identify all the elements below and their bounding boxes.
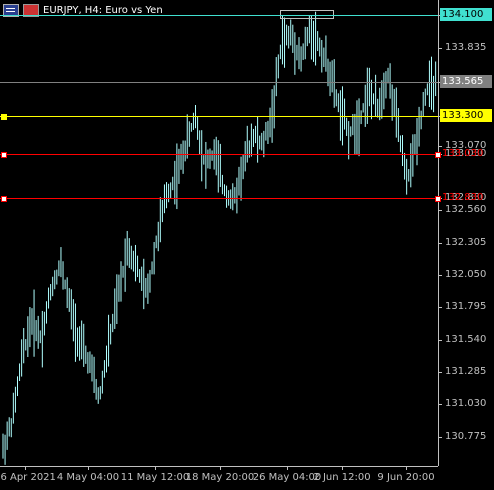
price-tick-mark xyxy=(439,243,442,244)
price-tick-mark xyxy=(439,210,442,211)
price-tick-label: 131.540 xyxy=(445,334,487,345)
level-yellow-price-tag[interactable]: 133.300 xyxy=(440,109,492,122)
price-tick-label: 131.285 xyxy=(445,366,487,377)
price-axis[interactable]: 134.100133.835133.565133.300133.070133.0… xyxy=(438,0,494,466)
chart-canvas[interactable] xyxy=(0,0,438,466)
time-tick-mark xyxy=(406,467,407,470)
price-tick-mark xyxy=(439,48,442,49)
time-tick-label: 26 Apr 2021 xyxy=(0,472,56,483)
time-tick-label: 26 May 04:00 xyxy=(252,472,322,483)
level-red-upper-handle-right[interactable] xyxy=(435,152,441,158)
time-tick-label: 11 May 12:00 xyxy=(120,472,190,483)
level-red-upper-handle[interactable] xyxy=(1,152,7,158)
level-top-price-tag[interactable]: 134.100 xyxy=(440,8,492,21)
time-tick-label: 18 May 20:00 xyxy=(185,472,255,483)
price-tick-mark xyxy=(439,307,442,308)
level-red-lower-line[interactable] xyxy=(0,198,438,199)
level-bid-line[interactable] xyxy=(0,82,438,83)
time-tick-label: 4 May 04:00 xyxy=(56,472,120,483)
price-tick-label: 131.795 xyxy=(445,301,487,312)
price-chart[interactable] xyxy=(0,0,438,466)
price-tick-label: 132.050 xyxy=(445,269,487,280)
time-tick-label: 2 Jun 12:00 xyxy=(313,472,371,483)
time-tick-mark xyxy=(25,467,26,470)
level-yellow-line[interactable] xyxy=(0,116,438,117)
time-tick-mark xyxy=(220,467,221,470)
price-tick-mark xyxy=(439,275,442,276)
symbol-title: EURJPY, H4: Euro vs Yen xyxy=(43,4,163,16)
level-top-line[interactable] xyxy=(0,15,438,16)
price-tick-mark xyxy=(439,340,442,341)
time-tick-label: 9 Jun 20:00 xyxy=(377,472,435,483)
level-yellow-handle[interactable] xyxy=(1,114,7,120)
time-tick-mark xyxy=(342,467,343,470)
price-tick-mark xyxy=(439,372,442,373)
time-tick-mark xyxy=(88,467,89,470)
price-tick-label: 131.030 xyxy=(445,398,487,409)
price-tick-label: 130.775 xyxy=(445,431,487,442)
price-tick-mark xyxy=(439,404,442,405)
level-red-upper-price-tag[interactable]: 133.030 xyxy=(440,147,492,160)
time-tick-mark xyxy=(287,467,288,470)
price-tick-label: 132.305 xyxy=(445,237,487,248)
level-bid-price-tag[interactable]: 133.565 xyxy=(440,75,492,88)
time-tick-mark xyxy=(155,467,156,470)
time-axis[interactable]: 26 Apr 2021 4 May 04:00 11 May 12:00 18 May… xyxy=(0,466,438,490)
price-tick-label: 132.560 xyxy=(445,204,487,215)
level-red-lower-handle-right[interactable] xyxy=(435,196,441,202)
level-red-lower-handle[interactable] xyxy=(1,196,7,202)
level-red-upper-line[interactable] xyxy=(0,154,438,155)
price-tick-mark xyxy=(439,437,442,438)
level-red-lower-price-tag[interactable]: 132.830 xyxy=(440,191,492,204)
price-tick-label: 133.835 xyxy=(445,42,487,53)
